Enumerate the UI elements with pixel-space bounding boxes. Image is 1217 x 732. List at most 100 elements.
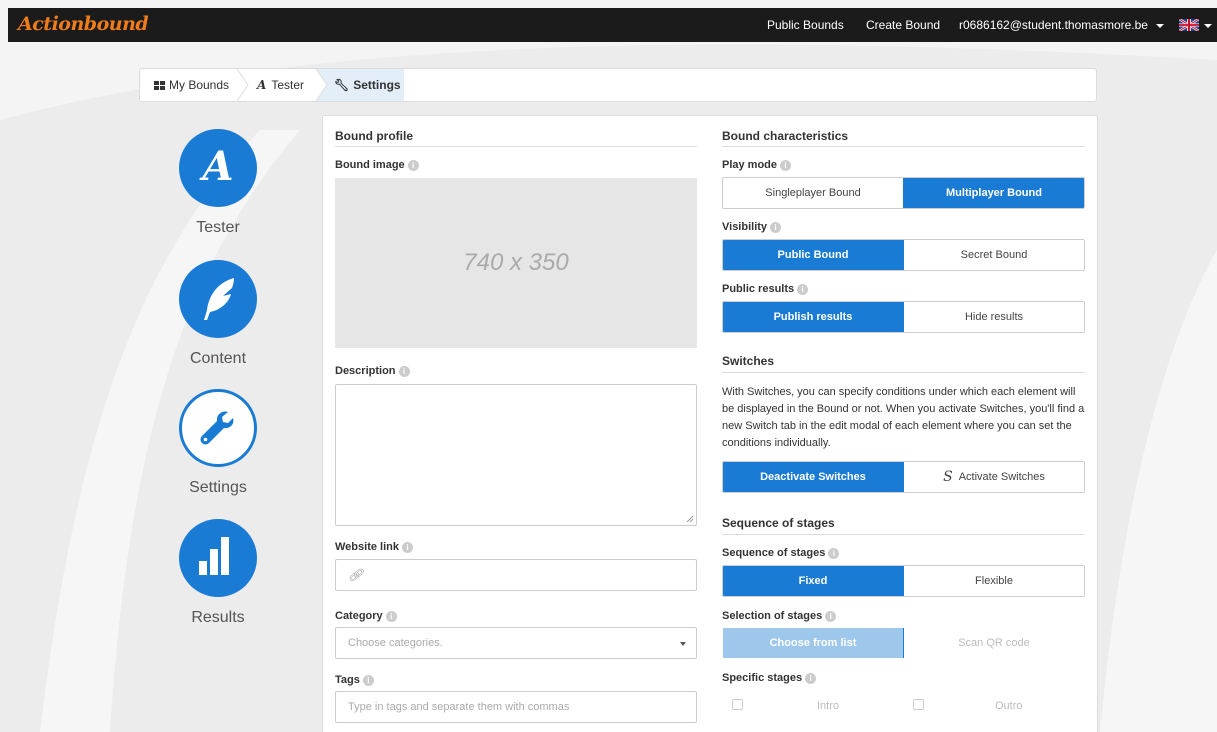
switches-title: Switches xyxy=(722,354,775,368)
website-link-input[interactable]: 🔗︎ xyxy=(335,559,697,591)
top-navbar: Actionbound Public Bounds Create Bound r… xyxy=(8,8,1217,42)
divider xyxy=(722,534,1085,535)
label-text: Sequence of stages xyxy=(722,547,826,559)
info-icon[interactable]: i xyxy=(385,610,397,622)
bound-characteristics-title: Bound characteristics xyxy=(722,129,849,143)
chevron-down-icon xyxy=(680,642,686,646)
tags-placeholder: Type in tags and separate them with comm… xyxy=(348,701,570,713)
tags-label: Tags i xyxy=(335,674,374,686)
actionbound-a-icon: A xyxy=(202,143,234,190)
sidebar-label: Content xyxy=(189,350,247,367)
breadcrumb-my-bounds[interactable]: My Bounds xyxy=(154,69,229,101)
language-chevron-icon[interactable] xyxy=(1204,24,1212,28)
info-icon[interactable]: i xyxy=(797,283,809,295)
resize-handle-icon[interactable] xyxy=(686,515,693,522)
intro-checkbox[interactable] xyxy=(732,699,743,710)
info-icon[interactable]: i xyxy=(398,365,410,377)
sidebar-icon-circle xyxy=(179,389,257,467)
link-icon: 🔗︎ xyxy=(348,568,364,582)
option-label: Activate Switches xyxy=(958,471,1045,483)
activate-switches-option[interactable]: S Activate Switches xyxy=(903,462,1084,492)
actionbound-logo[interactable]: Actionbound xyxy=(18,13,149,35)
publish-results-option[interactable]: Publish results xyxy=(723,302,903,332)
sidebar-item-results[interactable]: Results xyxy=(178,519,258,627)
sidebar-item-settings[interactable]: Settings xyxy=(178,389,258,497)
flexible-option[interactable]: Flexible xyxy=(903,566,1084,596)
label-text: Play mode xyxy=(722,159,778,171)
label-text: Bound image xyxy=(335,159,405,171)
secret-bound-option[interactable]: Secret Bound xyxy=(903,240,1084,270)
wrench-icon: 🔧︎ xyxy=(334,78,350,92)
uk-flag-icon[interactable] xyxy=(1179,19,1199,31)
info-icon[interactable]: i xyxy=(401,541,413,553)
breadcrumb-label: Settings xyxy=(353,78,401,92)
grid-icon xyxy=(154,81,165,90)
breadcrumb-tester[interactable]: A Tester xyxy=(257,69,304,101)
info-icon[interactable]: i xyxy=(407,159,419,171)
settings-panel: Bound profile Bound image i 740 x 350 Des… xyxy=(322,115,1098,732)
description-label: Description i xyxy=(335,365,410,377)
sidebar-label: Results xyxy=(191,609,245,626)
website-link-label: Website link i xyxy=(335,541,413,553)
choose-from-list-option[interactable]: Choose from list xyxy=(723,628,903,658)
public-bound-option[interactable]: Public Bound xyxy=(723,240,903,270)
category-placeholder: Choose categories. xyxy=(348,637,443,649)
description-textarea[interactable] xyxy=(335,384,697,526)
info-icon[interactable]: i xyxy=(805,672,817,684)
breadcrumb-label: My Bounds xyxy=(169,78,230,92)
sidebar-label: Tester xyxy=(196,219,240,236)
outro-label: Outro xyxy=(995,700,1023,712)
scan-qr-option[interactable]: Scan QR code xyxy=(903,628,1084,658)
label-text: Category xyxy=(335,610,383,622)
label-text: Selection of stages xyxy=(722,610,823,622)
switches-description: With Switches, you can specify condition… xyxy=(722,386,1085,449)
bound-image-label: Bound image i xyxy=(335,159,419,171)
bound-profile-title: Bound profile xyxy=(335,129,413,143)
bar-chart-icon xyxy=(199,537,229,575)
sequence-title: Sequence of stages xyxy=(722,516,835,530)
deactivate-switches-option[interactable]: Deactivate Switches xyxy=(723,462,903,492)
feather-icon xyxy=(204,278,234,320)
tags-input[interactable]: Type in tags and separate them with comm… xyxy=(335,691,697,723)
play-mode-toggle: Singleplayer Bound Multiplayer Bound xyxy=(722,177,1085,209)
visibility-label: Visibility i xyxy=(722,221,782,233)
sidebar-item-content[interactable]: Content xyxy=(178,260,258,368)
singleplayer-option[interactable]: Singleplayer Bound xyxy=(723,178,903,208)
nav-create-bound[interactable]: Create Bound xyxy=(866,18,940,32)
sidebar-icon-circle: A xyxy=(179,129,257,207)
info-icon[interactable]: i xyxy=(362,674,374,686)
user-menu[interactable]: r0686162@student.thomasmore.be xyxy=(959,18,1164,32)
category-select[interactable]: Choose categories. xyxy=(335,627,697,659)
info-icon[interactable]: i xyxy=(770,221,782,233)
label-text: Visibility xyxy=(722,221,768,233)
divider xyxy=(722,372,1085,373)
switches-toggle: Deactivate Switches S Activate Switches xyxy=(722,461,1085,493)
label-text: Website link xyxy=(335,541,399,553)
wrench-icon xyxy=(200,411,234,445)
info-icon[interactable]: i xyxy=(780,159,792,171)
sidebar-item-tester[interactable]: A Tester xyxy=(178,129,258,237)
category-label: Category i xyxy=(335,610,397,622)
breadcrumb-separator xyxy=(316,69,328,101)
selection-toggle: Choose from list Scan QR code xyxy=(722,627,1085,659)
divider xyxy=(722,146,1085,147)
sidebar-icon-circle xyxy=(179,260,257,338)
multiplayer-option[interactable]: Multiplayer Bound xyxy=(903,178,1084,208)
info-icon[interactable]: i xyxy=(825,610,837,622)
breadcrumb-settings[interactable]: 🔧︎ Settings xyxy=(316,69,404,101)
sequence-label: Sequence of stages i xyxy=(722,547,840,559)
outro-checkbox[interactable] xyxy=(913,699,924,710)
breadcrumb-label: Tester xyxy=(271,78,304,92)
sidebar-icon-circle xyxy=(179,519,257,597)
info-icon[interactable]: i xyxy=(828,547,840,559)
label-text: Public results xyxy=(722,283,795,295)
nav-public-bounds[interactable]: Public Bounds xyxy=(767,18,844,32)
bound-image-upload[interactable]: 740 x 350 xyxy=(335,178,697,348)
chevron-down-icon xyxy=(1155,23,1164,28)
label-text: Description xyxy=(335,365,396,377)
actionbound-a-icon: A xyxy=(257,78,267,92)
fixed-option[interactable]: Fixed xyxy=(723,566,903,596)
selection-label: Selection of stages i xyxy=(722,610,837,622)
play-mode-label: Play mode i xyxy=(722,159,792,171)
hide-results-option[interactable]: Hide results xyxy=(903,302,1084,332)
